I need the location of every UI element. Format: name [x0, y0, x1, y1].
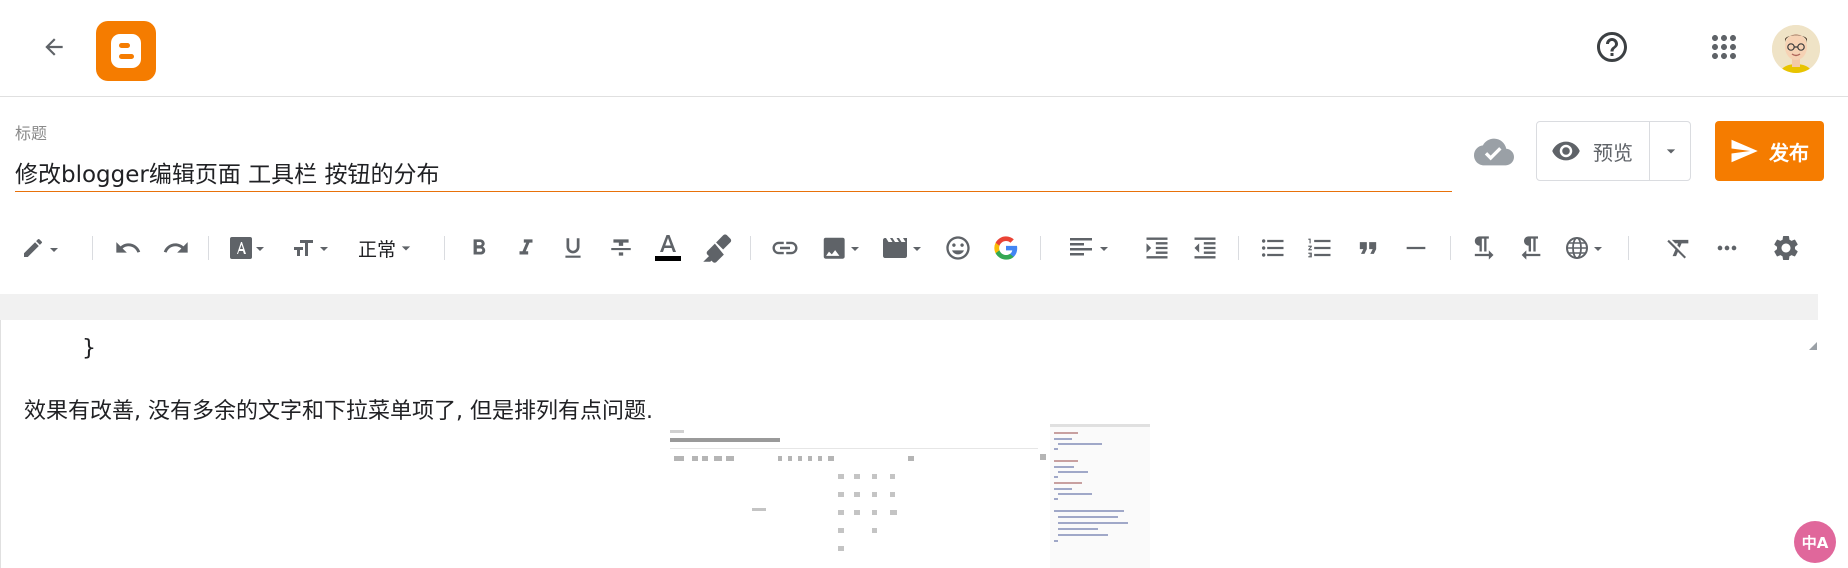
- preview-dropdown-button[interactable]: [1649, 122, 1692, 180]
- align-button[interactable]: [1064, 222, 1116, 274]
- settings-button[interactable]: [1767, 222, 1805, 274]
- font-button[interactable]: [226, 222, 270, 274]
- settings-icon: [1774, 236, 1798, 260]
- align-icon: [1070, 238, 1108, 256]
- toolbar-divider: [1238, 236, 1239, 260]
- numbered-list-button[interactable]: [1301, 222, 1339, 274]
- outdent-button[interactable]: [1186, 222, 1224, 274]
- bulleted-list-button[interactable]: [1254, 222, 1292, 274]
- rtl-button[interactable]: [1512, 222, 1550, 274]
- link-icon: [772, 241, 798, 255]
- indent-button[interactable]: [1138, 222, 1176, 274]
- text-color-icon: [655, 235, 681, 261]
- user-avatar[interactable]: [1772, 25, 1820, 73]
- title-label: 标题: [15, 124, 48, 143]
- google-icon: [994, 236, 1018, 260]
- bold-icon: [473, 239, 486, 255]
- preview-label: 预览: [1593, 140, 1633, 165]
- language-button[interactable]: [1562, 222, 1612, 274]
- underline-button[interactable]: [555, 222, 591, 274]
- preview-button-group: 预览: [1536, 121, 1691, 181]
- apps-grid-icon: [1712, 35, 1736, 59]
- redo-icon: [163, 242, 188, 253]
- highlight-icon: [703, 234, 732, 263]
- outdent-icon: [1194, 237, 1216, 259]
- toolbar-divider: [444, 236, 445, 260]
- indent-icon: [1146, 237, 1168, 259]
- redo-button[interactable]: [158, 222, 194, 274]
- italic-button[interactable]: [508, 222, 544, 274]
- insert-video-button[interactable]: [880, 222, 926, 274]
- resize-handle[interactable]: [1808, 336, 1818, 350]
- toolbar-divider: [1040, 236, 1041, 260]
- italic-icon: [519, 239, 533, 255]
- text-color-button[interactable]: [650, 222, 686, 274]
- font-size-icon: [294, 240, 328, 256]
- undo-button[interactable]: [110, 222, 146, 274]
- emoji-button[interactable]: [940, 222, 976, 274]
- video-icon: [883, 238, 921, 258]
- toolbar-divider: [208, 236, 209, 260]
- chevron-down-icon: [401, 246, 411, 251]
- image-icon: [823, 237, 859, 259]
- publish-label: 发布: [1769, 140, 1809, 165]
- strikethrough-icon: [611, 239, 631, 256]
- numbered-list-icon: [1308, 238, 1331, 258]
- send-icon: [1731, 139, 1758, 163]
- toolbar-divider: [1450, 236, 1451, 260]
- toolbar-divider: [1628, 236, 1629, 260]
- publish-button[interactable]: 发布: [1715, 121, 1824, 181]
- toolbar-divider: [92, 236, 93, 260]
- editor-toolbar: 正常: [0, 222, 1848, 274]
- top-bar: [0, 0, 1848, 97]
- font-icon: [230, 237, 264, 259]
- clear-format-button[interactable]: [1660, 222, 1698, 274]
- post-paragraph[interactable]: 效果有改善, 没有多余的文字和下拉菜单项了, 但是排列有点问题.: [24, 393, 653, 425]
- editor-top-band: [0, 294, 1818, 320]
- translate-extension-button[interactable]: 中A: [1794, 521, 1836, 563]
- edit-mode-button[interactable]: [16, 222, 66, 274]
- eye-icon: [1552, 141, 1580, 161]
- editor-screenshot-thumbnail[interactable]: [668, 424, 1150, 568]
- chevron-down-icon: [1666, 149, 1676, 154]
- more-icon: [1717, 245, 1737, 251]
- link-button[interactable]: [766, 222, 804, 274]
- paragraph-format-select[interactable]: 正常: [352, 222, 422, 274]
- horizontal-rule-icon: [1406, 246, 1426, 250]
- underline-icon: [565, 238, 581, 258]
- ltr-icon: [1474, 236, 1494, 260]
- preview-button[interactable]: 预览: [1537, 122, 1649, 180]
- pencil-icon: [24, 238, 58, 257]
- title-input[interactable]: [15, 153, 1452, 192]
- strikethrough-button[interactable]: [603, 222, 639, 274]
- insert-image-button[interactable]: [818, 222, 864, 274]
- back-button[interactable]: [36, 29, 72, 65]
- cloud-saved-icon: [1474, 138, 1514, 166]
- clear-format-icon: [1667, 239, 1689, 259]
- language-icon: [1566, 237, 1602, 259]
- quote-button[interactable]: [1349, 222, 1387, 274]
- rtl-icon: [1521, 236, 1541, 260]
- save-status: [1474, 137, 1514, 167]
- help-button[interactable]: [1594, 29, 1630, 65]
- apps-button[interactable]: [1706, 29, 1742, 65]
- arrow-back-icon: [45, 38, 63, 56]
- font-size-button[interactable]: [290, 222, 334, 274]
- google-button[interactable]: [988, 222, 1024, 274]
- horizontal-rule-button[interactable]: [1397, 222, 1435, 274]
- toolbar-divider: [750, 236, 751, 260]
- more-button[interactable]: [1708, 222, 1746, 274]
- format-select-value: 正常: [357, 238, 396, 261]
- bold-button[interactable]: [461, 222, 497, 274]
- quote-icon: [1359, 242, 1377, 254]
- undo-icon: [116, 242, 141, 253]
- ltr-button[interactable]: [1464, 222, 1502, 274]
- highlight-button[interactable]: [698, 222, 736, 274]
- emoji-icon: [946, 236, 970, 260]
- blogger-logo[interactable]: [96, 21, 156, 81]
- help-circle-icon: [1597, 32, 1627, 62]
- code-brace-text: }: [82, 336, 96, 361]
- bulleted-list-icon: [1261, 239, 1284, 257]
- translate-icon: 中A: [1801, 533, 1829, 552]
